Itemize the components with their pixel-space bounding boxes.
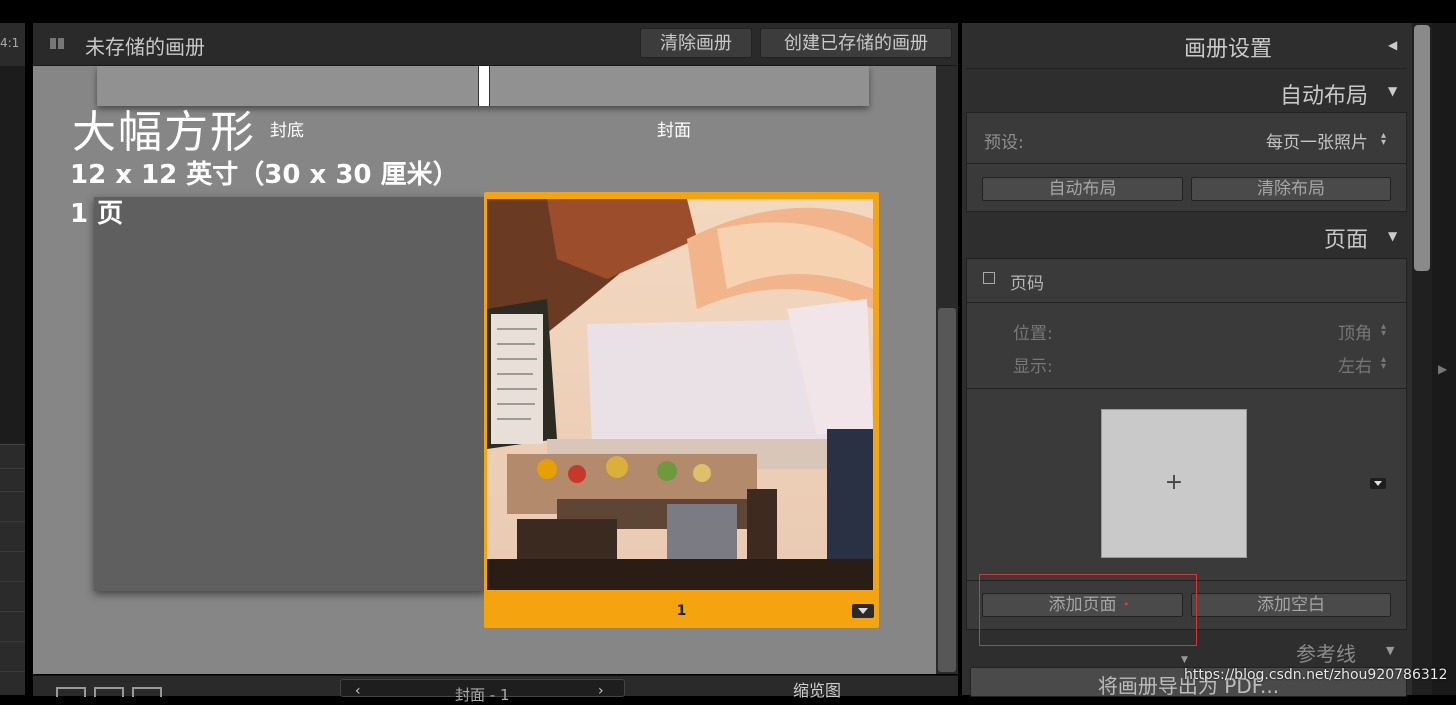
preset-select-arrows-icon[interactable]: ▴ ▾	[1381, 131, 1386, 148]
preset-label: 预设:	[984, 133, 1024, 153]
auto-layout-header[interactable]: 自动布局	[1280, 78, 1368, 110]
watermark: https://blog.csdn.net/zhou920786312	[1184, 667, 1448, 683]
guides-header[interactable]: 参考线	[1296, 638, 1356, 667]
left-panel-preview	[0, 66, 25, 445]
position-select[interactable]: 顶角	[1338, 319, 1372, 344]
expand-down-icon[interactable]: ▼	[1388, 84, 1397, 98]
expand-down-icon[interactable]: ▼	[1386, 644, 1394, 657]
right-panel-scrollbar-thumb[interactable]	[1414, 25, 1430, 271]
book-icon	[50, 38, 64, 49]
add-blank-button[interactable]: 添加空白	[1191, 593, 1391, 617]
display-select-arrows-icon[interactable]: ▴ ▾	[1381, 355, 1386, 372]
far-right-strip	[1432, 23, 1456, 695]
book-title: 未存储的画册	[85, 35, 205, 59]
clear-book-button[interactable]: 清除画册	[640, 28, 752, 58]
book-settings-header[interactable]: 画册设置	[1184, 31, 1272, 63]
auto-layout-button[interactable]: 自动布局	[982, 177, 1183, 201]
clear-layout-button[interactable]: 清除布局	[1191, 177, 1391, 201]
book-type-label: 大幅方形	[72, 107, 256, 158]
highlight-box	[979, 574, 1197, 646]
collapse-left-icon[interactable]: ◀	[1388, 38, 1397, 52]
front-cover-label: 封面	[657, 121, 691, 141]
spread-view-icon[interactable]	[94, 687, 124, 697]
back-cover-label: 封底	[270, 121, 304, 141]
single-page-view-icon[interactable]	[132, 687, 162, 697]
create-saved-book-button[interactable]: 创建已存储的画册	[760, 28, 952, 58]
cover-photo[interactable]	[487, 199, 873, 590]
book-size-label: 12 x 12 英寸（30 x 30 厘米）	[70, 160, 459, 190]
plus-icon: +	[1164, 470, 1184, 495]
page-count-label: 1 页	[70, 199, 124, 229]
display-label: 显示:	[1013, 357, 1053, 377]
page-number-label: 页码	[1010, 274, 1044, 294]
position-select-arrows-icon[interactable]: ▴ ▾	[1381, 322, 1386, 339]
expand-down-icon[interactable]: ▼	[1388, 229, 1397, 243]
thumbnail-size-label: 缩览图	[793, 681, 842, 700]
page-number-label: 1	[676, 603, 687, 619]
page-section-header[interactable]: 页面	[1324, 222, 1368, 254]
left-ratio-label: 4:1	[0, 36, 20, 50]
canvas-scrollbar-thumb[interactable]	[938, 308, 956, 672]
next-page-icon[interactable]: ›	[598, 683, 604, 699]
preset-select[interactable]: 每页一张照片	[1266, 128, 1368, 153]
page-number-checkbox[interactable]	[983, 272, 995, 284]
display-select[interactable]: 左右	[1338, 352, 1372, 377]
back-cover-page[interactable]	[94, 197, 486, 591]
cover-photo-image	[487, 199, 873, 590]
multi-page-view-icon[interactable]	[56, 687, 86, 697]
template-dropdown-icon[interactable]	[1370, 478, 1386, 489]
expand-right-panel-icon[interactable]: ▶	[1438, 362, 1447, 376]
panel-scroll-down-icon[interactable]: ▼	[1181, 655, 1188, 665]
previous-page-icon[interactable]: ‹	[355, 683, 361, 699]
spine-marker	[478, 66, 490, 106]
page-options-dropdown-icon[interactable]	[852, 604, 874, 618]
position-label: 位置:	[1013, 324, 1053, 344]
